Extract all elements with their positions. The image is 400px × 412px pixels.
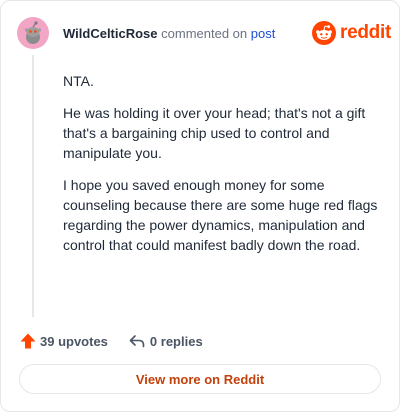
comment-paragraph: He was holding it over your head; that's… — [63, 105, 366, 161]
comment-card: WildCelticRose commented on post reddit … — [0, 0, 400, 412]
comment-paragraph: I hope you saved enough money for some c… — [63, 177, 378, 253]
comment-body: NTA. He was holding it over your head; t… — [63, 71, 381, 267]
user-avatar[interactable] — [17, 17, 49, 49]
comment-paragraph: NTA. — [63, 73, 94, 89]
commented-on-text: commented on — [161, 26, 248, 41]
reddit-logo[interactable]: reddit — [312, 21, 391, 45]
thread-line — [32, 55, 34, 317]
upvote-count: 39 upvotes — [40, 333, 108, 349]
username-link[interactable]: WildCelticRose — [63, 26, 158, 41]
reply-button[interactable]: 0 replies — [128, 332, 203, 350]
comment-header: WildCelticRose commented on post — [63, 26, 275, 42]
reply-count: 0 replies — [149, 333, 203, 349]
post-link[interactable]: post — [251, 26, 276, 41]
comment-footer: 39 upvotes 0 replies — [19, 331, 203, 351]
view-more-button[interactable]: View more on Reddit — [19, 364, 381, 394]
reddit-logo-icon — [312, 21, 336, 45]
reply-arrow-icon — [129, 335, 145, 348]
upvote-button[interactable]: 39 upvotes — [19, 332, 108, 350]
reddit-wordmark: reddit — [340, 22, 391, 43]
upvote-arrow-icon — [20, 333, 36, 349]
snoo-avatar-icon — [17, 17, 49, 49]
